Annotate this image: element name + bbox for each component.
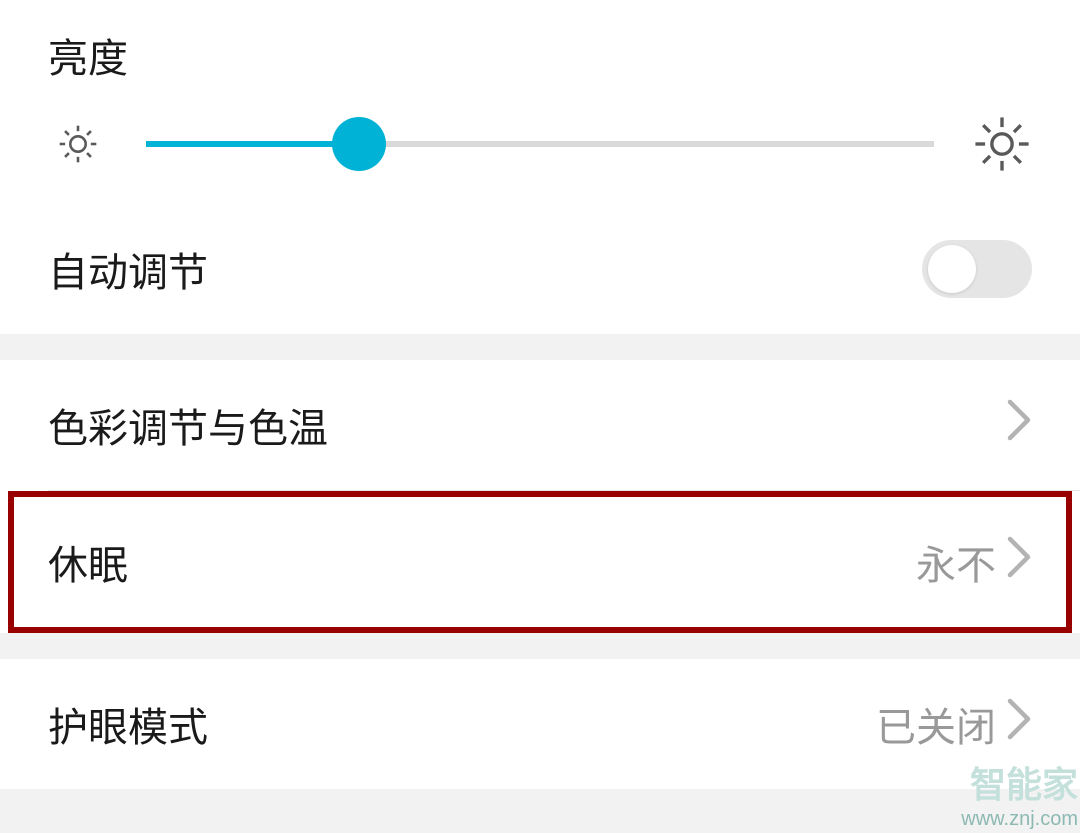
brightness-slider-row	[0, 114, 1080, 204]
color-temp-chevron-wrap	[1006, 399, 1032, 451]
sleep-row-highlight: 休眠 永不	[8, 491, 1072, 633]
brightness-title: 亮度	[0, 10, 1080, 114]
brightness-slider[interactable]	[146, 120, 934, 168]
eye-comfort-row[interactable]: 护眼模式 已关闭	[0, 659, 1080, 789]
section-gap	[0, 633, 1080, 659]
eye-comfort-section: 护眼模式 已关闭	[0, 659, 1080, 789]
watermark-main: 智能家	[961, 756, 1078, 808]
chevron-right-icon	[1006, 399, 1032, 451]
sleep-row[interactable]: 休眠 永不	[14, 497, 1066, 627]
brightness-low-icon	[48, 114, 108, 174]
chevron-right-icon	[1006, 698, 1032, 750]
color-sleep-section: 色彩调节与色温 休眠 永不	[0, 360, 1080, 633]
color-temp-label: 色彩调节与色温	[48, 396, 328, 454]
slider-track	[146, 141, 934, 147]
auto-adjust-label: 自动调节	[48, 240, 208, 298]
sleep-label: 休眠	[48, 533, 128, 591]
toggle-knob	[928, 245, 976, 293]
eye-comfort-label: 护眼模式	[48, 695, 208, 753]
auto-adjust-row: 自动调节	[0, 204, 1080, 334]
eye-comfort-value: 已关闭	[876, 695, 996, 753]
slider-fill	[146, 141, 359, 147]
watermark-url: www.znj.com	[961, 808, 1078, 831]
sleep-value: 永不	[916, 533, 996, 591]
eye-comfort-value-wrap: 已关闭	[876, 695, 1032, 753]
sleep-value-wrap: 永不	[916, 533, 1032, 591]
auto-adjust-toggle[interactable]	[922, 240, 1032, 298]
slider-thumb[interactable]	[332, 117, 386, 171]
color-temp-row[interactable]: 色彩调节与色温	[0, 360, 1080, 490]
chevron-right-icon	[1006, 536, 1032, 588]
brightness-section: 亮度	[0, 0, 1080, 334]
brightness-high-icon	[972, 114, 1032, 174]
watermark: 智能家 www.znj.com	[961, 756, 1078, 831]
section-gap	[0, 334, 1080, 360]
